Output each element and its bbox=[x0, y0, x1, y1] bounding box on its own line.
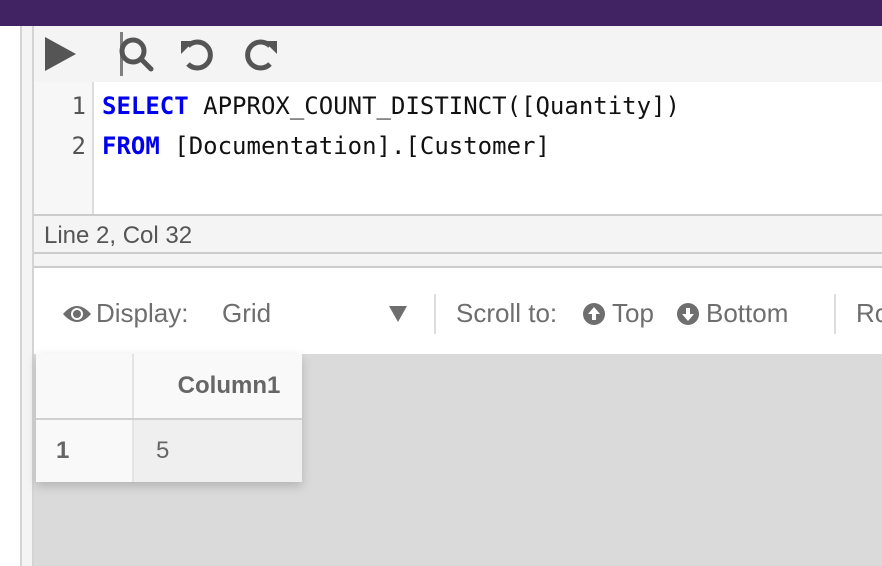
row-number-header bbox=[36, 354, 134, 418]
redo-icon bbox=[245, 39, 277, 71]
eye-icon bbox=[63, 305, 91, 322]
cursor-position: Line 2, Col 32 bbox=[44, 222, 193, 249]
sql-keyword: FROM bbox=[102, 132, 160, 160]
scroll-to-label: Scroll to: bbox=[456, 298, 558, 328]
toolbar-divider bbox=[434, 294, 436, 334]
sql-keyword: SELECT bbox=[102, 92, 189, 120]
results-toolbar: Display: Grid Scroll to: Top Bottom Ro bbox=[34, 268, 882, 354]
column-header[interactable]: Column1 bbox=[134, 354, 302, 418]
line-number: 2 bbox=[71, 132, 86, 160]
sql-editor[interactable]: 1 2 SELECT APPROX_COUNT_DISTINCT([Quanti… bbox=[34, 82, 882, 214]
code-text: [Documentation].[Customer] bbox=[159, 132, 550, 160]
scroll-bottom-button[interactable]: Bottom bbox=[676, 298, 788, 329]
display-mode-select[interactable]: Grid bbox=[222, 298, 408, 329]
redo-button[interactable] bbox=[240, 34, 280, 74]
code-line[interactable]: SELECT APPROX_COUNT_DISTINCT([Quantity]) bbox=[102, 92, 680, 120]
dropdown-arrow-icon bbox=[389, 305, 407, 322]
grid-header-row: Column1 bbox=[36, 354, 302, 420]
table-row: 1 5 bbox=[36, 420, 302, 482]
play-icon bbox=[45, 37, 76, 71]
line-number: 1 bbox=[71, 92, 86, 120]
scroll-bottom-label: Bottom bbox=[706, 298, 789, 328]
arrow-down-circle-icon bbox=[677, 302, 699, 325]
code-text: APPROX_COUNT_DISTINCT([Quantity]) bbox=[188, 92, 680, 120]
scroll-top-label: Top bbox=[612, 298, 654, 328]
display-label: Display: bbox=[96, 298, 189, 328]
results-grid: Column1 1 5 bbox=[36, 354, 302, 482]
display-mode-value: Grid bbox=[222, 298, 272, 328]
pane-resize-handle[interactable] bbox=[34, 254, 882, 268]
toolbar-divider bbox=[834, 294, 836, 334]
editor-status-bar: Line 2, Col 32 bbox=[34, 214, 882, 254]
rows-control-truncated[interactable]: Ro bbox=[856, 298, 882, 329]
app-header-bar bbox=[0, 0, 882, 26]
code-line[interactable]: FROM [Documentation].[Customer] bbox=[102, 132, 550, 160]
search-button[interactable] bbox=[116, 34, 156, 74]
arrow-up-circle-icon bbox=[583, 302, 605, 325]
display-label-group: Display: bbox=[62, 298, 188, 329]
editor-toolbar bbox=[34, 26, 882, 82]
grid-cell[interactable]: 5 bbox=[134, 420, 302, 482]
left-margin bbox=[0, 26, 20, 566]
results-grid-area: Column1 1 5 bbox=[34, 354, 882, 566]
undo-button[interactable] bbox=[178, 34, 218, 74]
scroll-top-button[interactable]: Top bbox=[582, 298, 654, 329]
line-number-gutter: 1 2 bbox=[34, 82, 94, 214]
left-pane-edge bbox=[22, 26, 32, 566]
undo-icon bbox=[181, 39, 213, 71]
row-number: 1 bbox=[36, 420, 134, 482]
run-button[interactable] bbox=[40, 34, 80, 74]
search-icon bbox=[119, 37, 154, 72]
